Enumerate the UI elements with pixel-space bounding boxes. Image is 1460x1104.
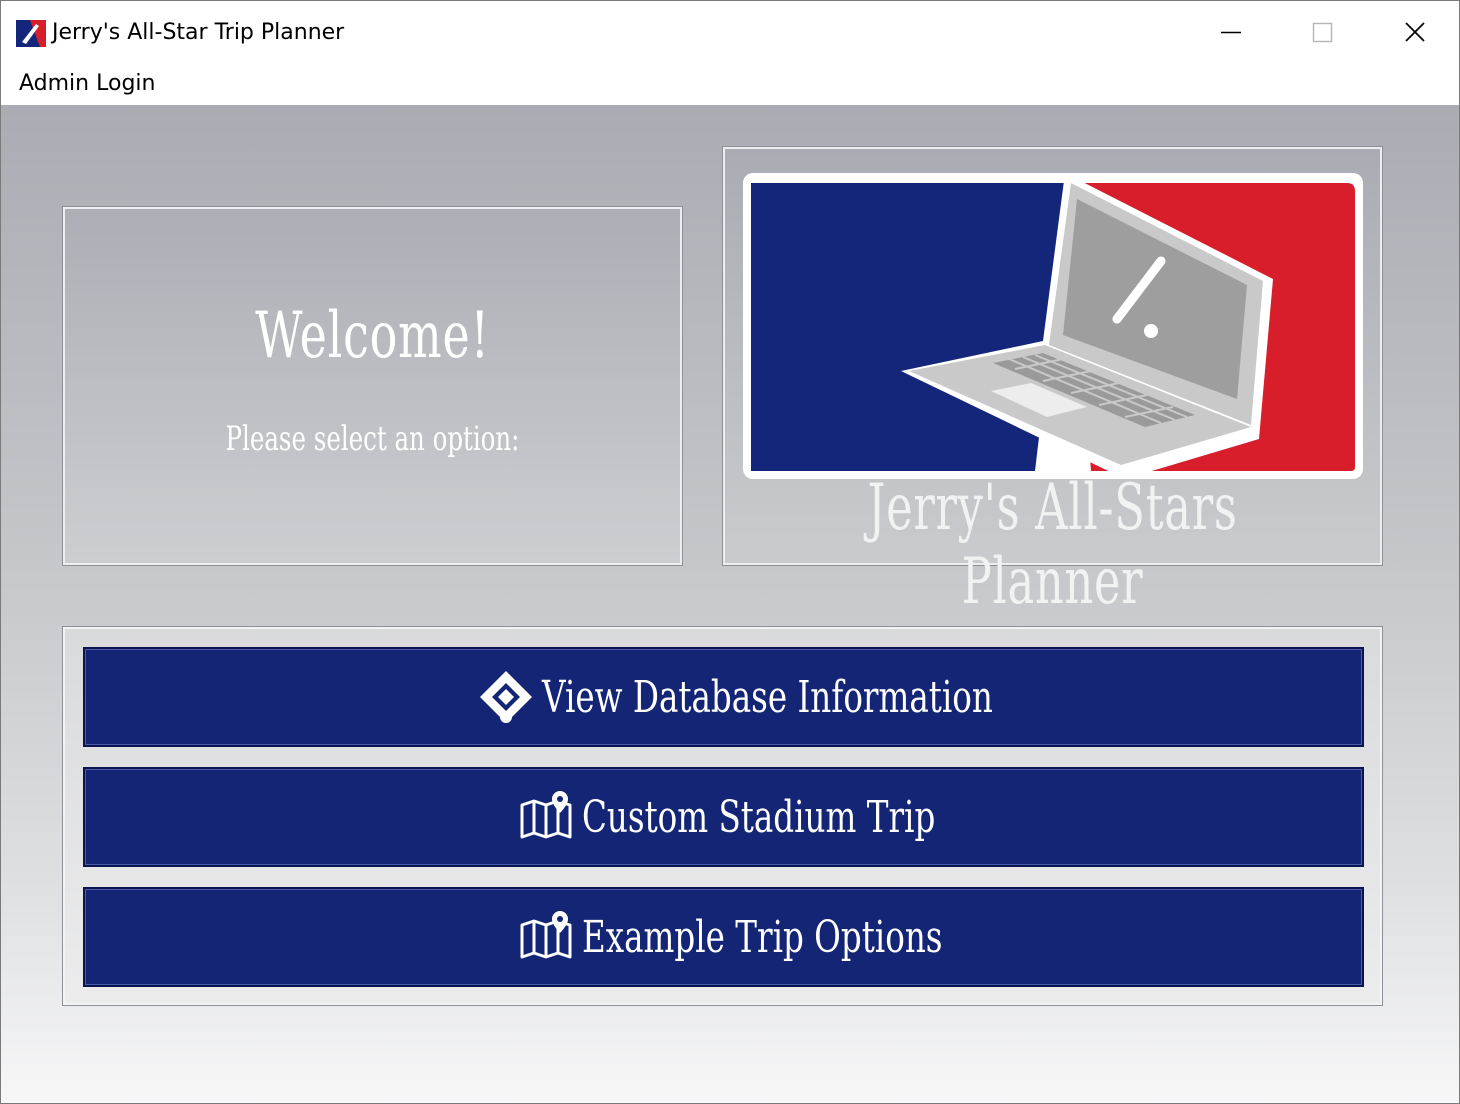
custom-stadium-trip-button[interactable]: Custom Stadium Trip <box>83 767 1364 867</box>
menu-bar: Admin Login <box>1 65 1459 105</box>
example-trip-options-button[interactable]: Example Trip Options <box>83 887 1364 987</box>
logo-caption: Jerry's All-Stars Planner <box>867 471 1238 619</box>
view-database-button[interactable]: View Database Information <box>83 647 1364 747</box>
welcome-panel: Welcome! Please select an option: <box>63 207 682 565</box>
app-logo-icon <box>16 20 46 47</box>
minimize-icon <box>1221 31 1241 34</box>
minimize-button[interactable] <box>1185 1 1277 65</box>
title-bar[interactable]: Jerry's All-Star Trip Planner <box>1 1 1459 65</box>
map-pin-icon <box>520 791 571 839</box>
welcome-subtitle: Please select an option: <box>225 419 520 459</box>
view-database-label: View Database Information <box>541 671 993 723</box>
example-trip-options-label: Example Trip Options <box>581 911 943 963</box>
actions-panel: View Database Information Custom Stadium… <box>63 627 1382 1005</box>
window-title: Jerry's All-Star Trip Planner <box>52 20 345 45</box>
maximize-icon <box>1312 22 1333 43</box>
maximize-button[interactable] <box>1277 1 1369 65</box>
close-icon <box>1405 22 1425 42</box>
welcome-title: Welcome! <box>255 299 490 373</box>
close-button[interactable] <box>1369 1 1459 65</box>
custom-stadium-trip-label: Custom Stadium Trip <box>581 791 935 843</box>
baseball-diamond-icon <box>479 671 532 723</box>
main-content: Welcome! Please select an option: Jerry'… <box>1 105 1459 1103</box>
map-pin-icon <box>520 911 571 959</box>
logo-panel: Jerry's All-Stars Planner <box>723 147 1382 619</box>
app-window: Jerry's All-Star Trip Planner Admin Logi… <box>0 0 1460 1104</box>
menu-item-admin-login[interactable]: Admin Login <box>19 68 155 100</box>
